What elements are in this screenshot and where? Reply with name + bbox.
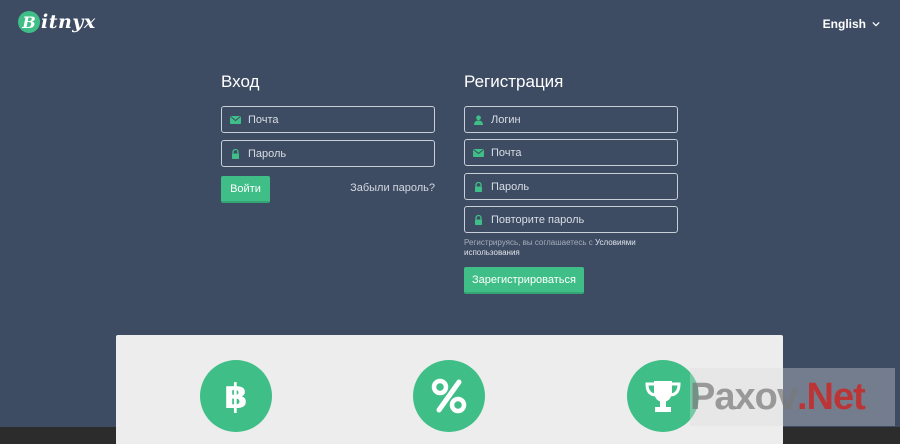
login-email-field[interactable]: Почта — [221, 106, 435, 133]
language-selector[interactable]: English — [823, 17, 880, 31]
envelope-icon — [473, 148, 484, 157]
footer-strip-left — [0, 427, 116, 444]
percent-icon — [431, 378, 467, 414]
login-title: Вход — [221, 72, 260, 91]
lock-icon — [232, 148, 239, 159]
feature-percent — [413, 360, 485, 432]
language-label: English — [822, 17, 866, 31]
watermark-part1: Paxov — [690, 375, 798, 418]
register-title: Регистрация — [464, 72, 564, 91]
login-button[interactable]: Войти — [221, 176, 270, 203]
register-password-field[interactable]: Пароль — [464, 173, 678, 200]
register-form: Регистрация Логин Почта Пароль Повторите… — [464, 72, 678, 294]
register-repeat-password-placeholder: Повторите пароль — [491, 213, 585, 226]
lock-icon — [475, 214, 482, 225]
svg-text:฿: ฿ — [224, 377, 248, 416]
register-button[interactable]: Зарегистрироваться — [464, 267, 584, 294]
watermark: Paxov .Net — [690, 368, 895, 426]
trophy-icon — [645, 381, 681, 412]
terms-notice: Регистрируясь, вы соглашаетесь с Условия… — [464, 238, 678, 258]
footer-strip-right — [783, 427, 900, 444]
bitcoin-icon: ฿ — [224, 377, 248, 416]
features-panel: ฿ — [116, 335, 783, 444]
brand-logo[interactable]: B itnyx — [18, 11, 96, 33]
terms-prefix: Регистрируясь, вы соглашаетесь с — [464, 238, 595, 247]
register-email-field[interactable]: Почта — [464, 139, 678, 166]
login-email-placeholder: Почта — [248, 113, 279, 126]
feature-bitcoin: ฿ — [200, 360, 272, 432]
forgot-password-link[interactable]: Забыли пароль? — [350, 182, 435, 194]
login-password-field[interactable]: Пароль — [221, 140, 435, 167]
login-form: Вход Почта Пароль Войти Забыли пароль? — [221, 72, 435, 203]
register-login-placeholder: Логин — [491, 113, 521, 126]
register-repeat-password-field[interactable]: Повторите пароль — [464, 206, 678, 233]
login-password-placeholder: Пароль — [248, 147, 287, 160]
logo-badge: B — [18, 11, 40, 33]
lock-icon — [475, 181, 482, 192]
user-icon — [474, 114, 483, 125]
envelope-icon — [230, 115, 241, 124]
register-password-placeholder: Пароль — [491, 180, 530, 193]
feature-trophy — [627, 360, 699, 432]
logo-text: itnyx — [41, 11, 96, 33]
watermark-part2: .Net — [796, 375, 866, 418]
register-login-field[interactable]: Логин — [464, 106, 678, 133]
register-email-placeholder: Почта — [491, 146, 522, 159]
chevron-down-icon — [872, 21, 880, 27]
